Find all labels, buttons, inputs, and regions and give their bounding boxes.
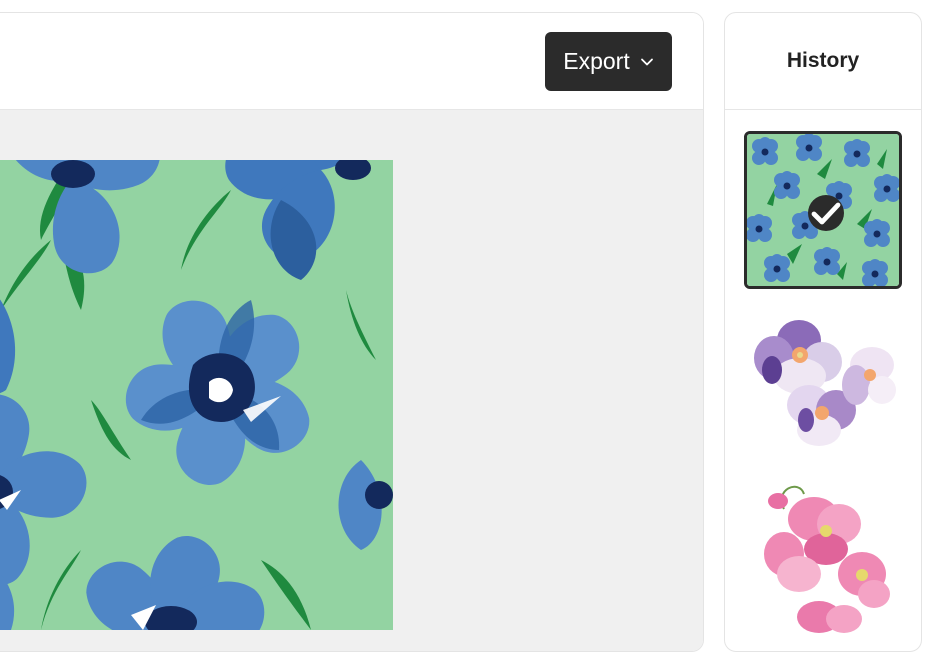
history-item-purple-pansies[interactable] bbox=[744, 310, 902, 468]
history-item-blue-floral[interactable] bbox=[744, 131, 902, 289]
history-title: History bbox=[786, 49, 860, 72]
chevron-down-icon bbox=[640, 55, 654, 69]
canvas-area bbox=[0, 110, 703, 651]
history-panel: History bbox=[724, 12, 922, 652]
export-label: Export bbox=[563, 48, 630, 74]
editor-panel: Export bbox=[0, 12, 704, 652]
check-icon bbox=[808, 195, 844, 231]
history-item-pink-sweet-peas[interactable] bbox=[744, 479, 902, 637]
artwork-image[interactable] bbox=[0, 160, 393, 630]
export-button[interactable]: Export bbox=[545, 32, 672, 91]
history-header: History bbox=[725, 13, 921, 110]
toolbar: Export bbox=[0, 13, 703, 110]
